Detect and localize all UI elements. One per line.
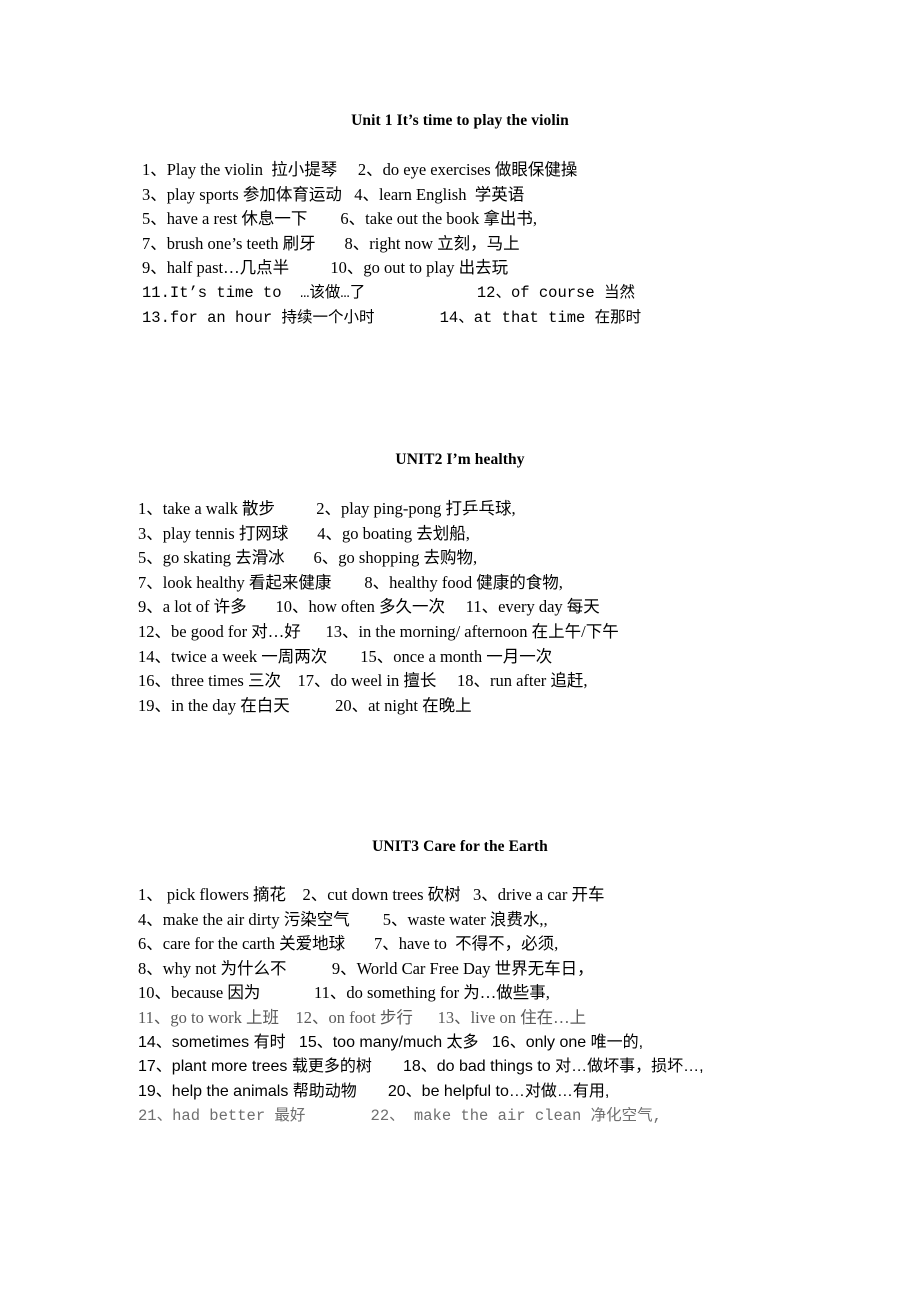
vocab-line: 9、half past…几点半 10、go out to play 出去玩 bbox=[142, 258, 509, 278]
vocab-line: 19、help the animals 帮助动物 20、be helpful t… bbox=[138, 1082, 610, 1100]
vocab-line: 11、go to work 上班 12、on foot 步行 13、live o… bbox=[138, 1007, 587, 1027]
vocab-line: 6、care for the carth 关爱地球 7、have to 不得不，… bbox=[138, 934, 559, 954]
unit-3-heading: UNIT3 Care for the Earth bbox=[372, 838, 548, 855]
unit-2-entry-list: 1、take a walk 散步 2、play ping-pong 打乒乓球, … bbox=[138, 497, 858, 718]
vocab-line: 12、be good for 对…好 13、in the morning/ af… bbox=[138, 621, 619, 641]
vocab-line: 11.It’s time to …该做…了 12、of course 当然 bbox=[142, 283, 635, 302]
vocab-line: 3、play sports 参加体育运动 4、learn English 学英语 bbox=[142, 184, 525, 204]
vocab-line: 1、 pick flowers 摘花 2、cut down trees 砍树 3… bbox=[138, 885, 605, 904]
vocab-line: 14、twice a week 一周两次 15、once a month 一月一… bbox=[138, 646, 553, 666]
unit-2-heading: UNIT2 I’m healthy bbox=[395, 451, 525, 468]
vocab-line: 14、sometimes 有时 15、too many/much 太多 16、o… bbox=[138, 1033, 644, 1051]
vocab-line: 7、look healthy 看起来健康 8、healthy food 健康的食… bbox=[138, 572, 563, 592]
vocab-line: 17、plant more trees 载更多的树 18、do bad thin… bbox=[138, 1058, 704, 1076]
vocab-line: 19、in the day 在白天 20、at night 在晚上 bbox=[138, 695, 472, 715]
vocab-line: 4、make the air dirty 污染空气 5、waste water … bbox=[138, 909, 548, 929]
vocab-line: 1、take a walk 散步 2、play ping-pong 打乒乓球, bbox=[138, 499, 516, 518]
vocab-line: 16、three times 三次 17、do weel in 擅长 18、ru… bbox=[138, 671, 588, 691]
vocab-line: 21、had better 最好 22、 make the air clean … bbox=[138, 1107, 662, 1126]
vocab-line: 8、why not 为什么不 9、World Car Free Day 世界无车… bbox=[138, 958, 594, 978]
vocab-line: 7、brush one’s teeth 刷牙 8、right now 立刻，马上 bbox=[142, 233, 520, 253]
vocab-line: 10、because 因为 11、do something for 为…做些事, bbox=[138, 983, 550, 1003]
vocab-line: 5、go skating 去滑冰 6、go shopping 去购物, bbox=[138, 548, 478, 568]
vocab-line: 9、a lot of 许多 10、how often 多久一次 11、every… bbox=[138, 597, 600, 617]
document-page: Unit 1 It’s time to play the violin 1、Pl… bbox=[0, 0, 920, 1302]
vocab-line: 5、have a rest 休息一下 6、take out the book 拿… bbox=[142, 209, 538, 229]
unit-3-entry-list: 1、 pick flowers 摘花 2、cut down trees 砍树 3… bbox=[138, 883, 838, 1129]
vocab-line: 13.for an hour 持续一个小时 14、at that time 在那… bbox=[142, 308, 642, 327]
vocab-line: 3、play tennis 打网球 4、go boating 去划船, bbox=[138, 523, 470, 543]
vocab-line: 1、Play the violin 拉小提琴 2、do eye exercise… bbox=[142, 160, 578, 179]
unit-1-heading: Unit 1 It’s time to play the violin bbox=[351, 112, 569, 129]
unit-1-entry-list: 1、Play the violin 拉小提琴 2、do eye exercise… bbox=[142, 158, 842, 330]
